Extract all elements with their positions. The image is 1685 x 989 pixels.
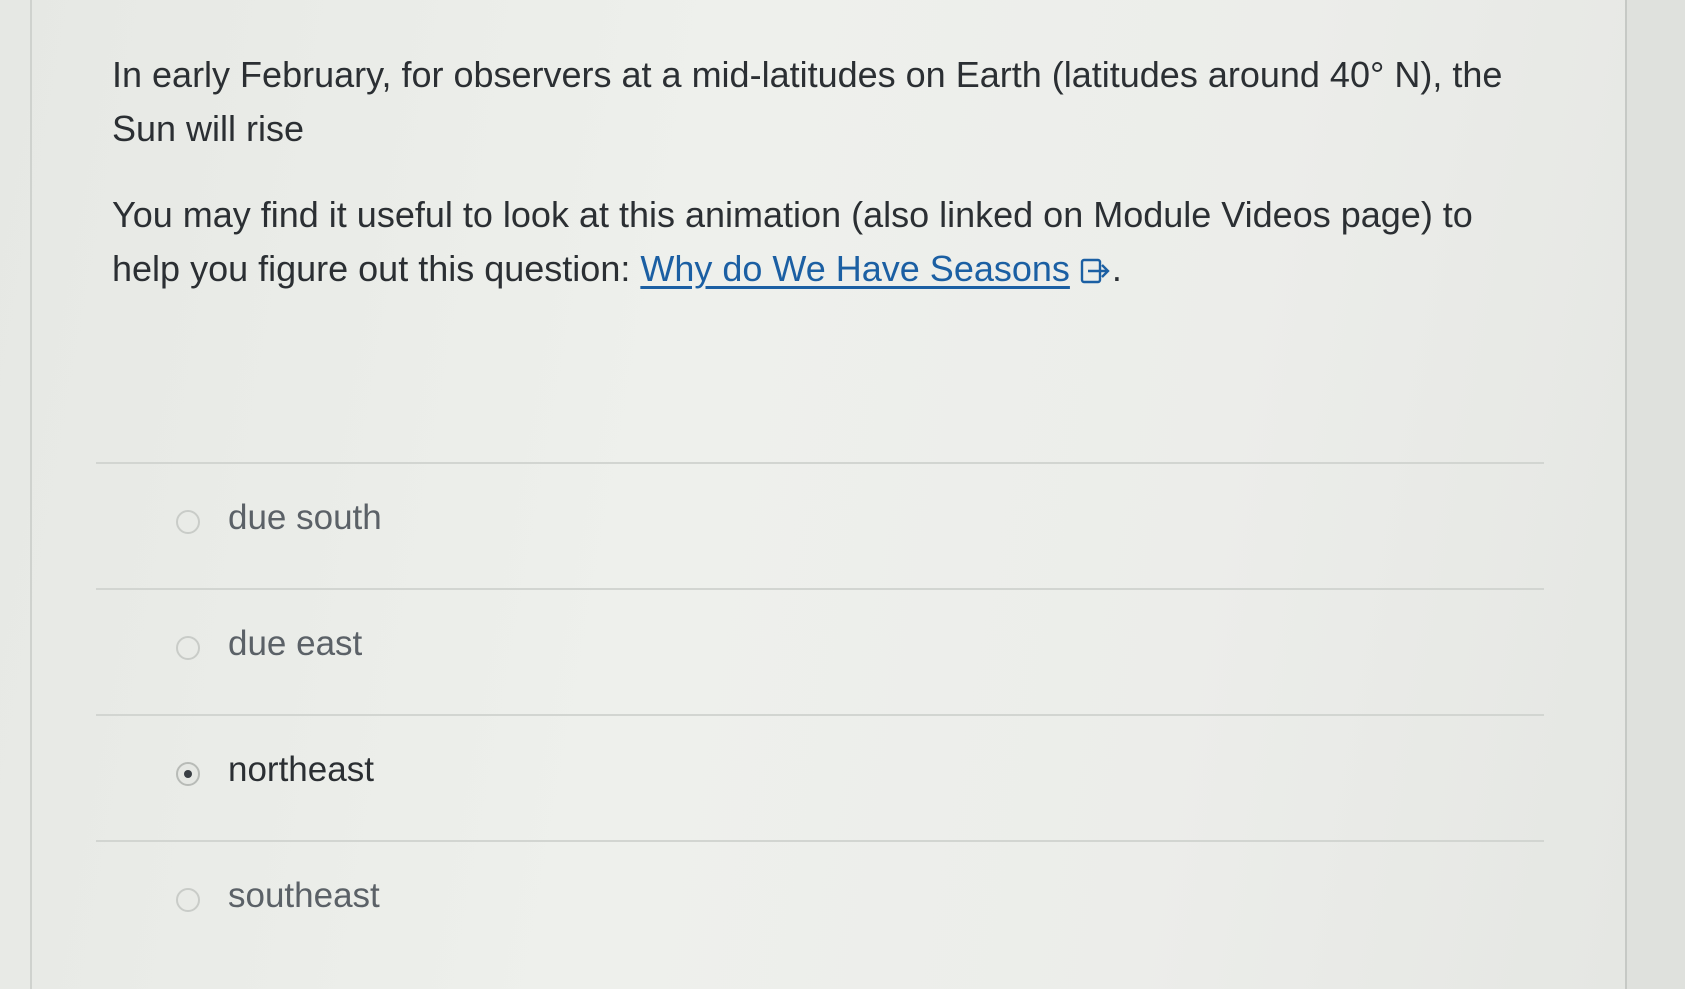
answer-option[interactable]: due east <box>96 588 1544 714</box>
external-link-icon[interactable] <box>1080 257 1112 285</box>
answer-label[interactable]: due south <box>228 496 382 540</box>
link-label: Why do We Have Seasons <box>640 248 1070 289</box>
right-margin <box>1627 0 1685 989</box>
radio-button-selected[interactable] <box>176 762 200 786</box>
left-border <box>30 0 32 989</box>
question-hint: You may find it useful to look at this a… <box>112 188 1542 296</box>
radio-button[interactable] <box>176 636 200 660</box>
answer-label[interactable]: due east <box>228 622 362 666</box>
radio-button[interactable] <box>176 510 200 534</box>
radio-button[interactable] <box>176 888 200 912</box>
answer-label[interactable]: northeast <box>228 748 374 792</box>
answer-option[interactable]: due south <box>96 462 1544 588</box>
hint-period: . <box>1111 248 1122 289</box>
answer-label[interactable]: southeast <box>228 874 380 918</box>
seasons-animation-link[interactable]: Why do We Have Seasons <box>640 248 1070 289</box>
question-text: In early February, for observers at a mi… <box>112 48 1542 328</box>
answer-option[interactable]: southeast <box>96 840 1544 966</box>
answer-list: due south due east northeast southeast <box>96 462 1544 966</box>
answer-option[interactable]: northeast <box>96 714 1544 840</box>
question-prompt: In early February, for observers at a mi… <box>112 54 1503 149</box>
